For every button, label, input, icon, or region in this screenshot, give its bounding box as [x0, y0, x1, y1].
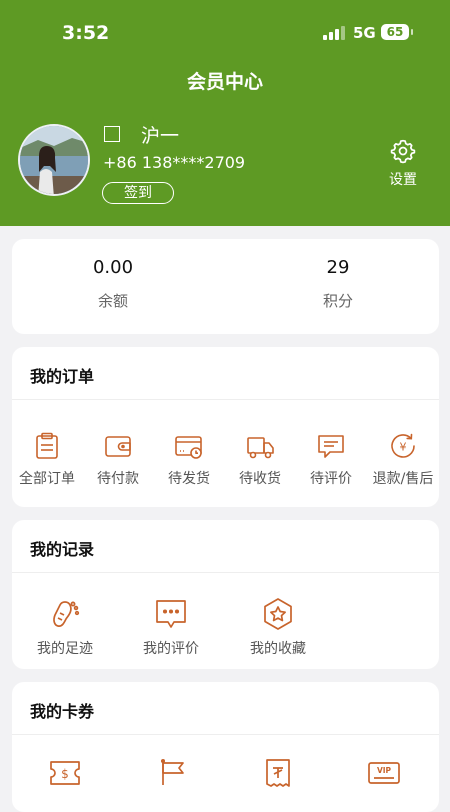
- record-footprints-label: 我的足迹: [37, 641, 93, 657]
- order-tab-pending-receipt[interactable]: 待收货: [225, 431, 295, 488]
- record-favorites-label: 我的收藏: [250, 641, 306, 657]
- order-tab-pending-payment[interactable]: 待付款: [83, 431, 153, 488]
- records-card: 我的记录 我的足迹 我的评价 我的收藏: [12, 520, 439, 669]
- order-tab-all-label: 全部订单: [19, 471, 75, 487]
- points-stat[interactable]: 29 积分: [238, 257, 438, 311]
- comment-icon: [318, 435, 344, 458]
- coupon-voucher[interactable]: [238, 758, 318, 788]
- orders-divider: [12, 399, 439, 400]
- records-title: 我的记录: [30, 540, 95, 559]
- balance-card: 0.00 余额 29 积分: [12, 239, 439, 334]
- record-reviews-label: 我的评价: [143, 641, 199, 657]
- settings-button[interactable]: 设置: [384, 138, 422, 189]
- records-divider: [12, 572, 439, 573]
- user-name: 沪一: [141, 125, 180, 147]
- member-header: 3:52 5G 65 会员中心 沪一 +86 138****2709 签到 设置: [0, 0, 450, 226]
- balance-stat[interactable]: 0.00 余额: [13, 257, 213, 311]
- user-phone: +86 138****2709: [103, 153, 246, 172]
- status-time: 3:52: [62, 22, 110, 44]
- order-tab-refund-label: 退款/售后: [372, 471, 434, 487]
- voucher-icon: [266, 759, 290, 787]
- signal-icon: [323, 26, 347, 40]
- settings-label: 设置: [389, 172, 417, 188]
- order-tab-pending-receipt-label: 待收货: [239, 471, 281, 487]
- svg-text:VIP: VIP: [377, 766, 392, 775]
- gear-icon: [390, 139, 416, 164]
- record-favorites[interactable]: 我的收藏: [238, 597, 318, 658]
- truck-icon: [247, 437, 274, 459]
- order-list-icon: [36, 432, 58, 459]
- status-bar: 3:52 5G 65: [0, 0, 450, 60]
- coupon-cash[interactable]: $: [25, 758, 105, 788]
- order-tab-refund[interactable]: ¥ 退款/售后: [366, 431, 440, 488]
- star-badge-icon: [264, 598, 292, 630]
- order-tab-pending-shipment-label: 待发货: [168, 471, 210, 487]
- order-tab-pending-shipment[interactable]: 待发货: [154, 431, 224, 488]
- avatar[interactable]: [18, 124, 90, 196]
- record-footprints[interactable]: 我的足迹: [25, 597, 105, 658]
- coupons-divider: [12, 734, 439, 735]
- order-tab-all[interactable]: 全部订单: [12, 431, 82, 488]
- svg-text:$: $: [61, 767, 69, 781]
- coupon-activity[interactable]: [132, 758, 212, 788]
- points-value: 29: [326, 257, 350, 278]
- footprint-icon: [53, 601, 80, 627]
- select-checkbox[interactable]: [104, 126, 120, 142]
- checkin-button[interactable]: 签到: [102, 182, 174, 204]
- card-clock-icon: [175, 436, 202, 459]
- points-label: 积分: [322, 292, 353, 310]
- coupons-card: 我的卡券 $ VIP: [12, 682, 439, 812]
- order-tab-pending-review-label: 待评价: [310, 471, 352, 487]
- order-tab-pending-review[interactable]: 待评价: [296, 431, 366, 488]
- balance-value: 0.00: [92, 257, 134, 278]
- coupon-vip[interactable]: VIP: [344, 758, 424, 788]
- page-title: 会员中心: [186, 71, 263, 93]
- flag-icon: [160, 758, 184, 785]
- balance-label: 余额: [97, 292, 128, 310]
- network-label: 5G: [353, 24, 376, 42]
- record-reviews[interactable]: 我的评价: [131, 597, 211, 658]
- review-icon: [156, 600, 186, 628]
- refund-icon: ¥: [391, 433, 415, 458]
- coupons-title: 我的卡券: [30, 702, 95, 721]
- svg-text:¥: ¥: [400, 441, 407, 454]
- order-tab-pending-payment-label: 待付款: [97, 471, 139, 487]
- wallet-icon: [105, 436, 131, 457]
- battery-icon: 65: [381, 24, 413, 40]
- orders-title: 我的订单: [30, 367, 95, 386]
- orders-card: 我的订单 全部订单 待付款 待发货 待收货 待评价 ¥ 退款/售后: [12, 347, 439, 507]
- dollar-ticket-icon: $: [50, 761, 80, 785]
- vip-card-icon: VIP: [368, 762, 400, 784]
